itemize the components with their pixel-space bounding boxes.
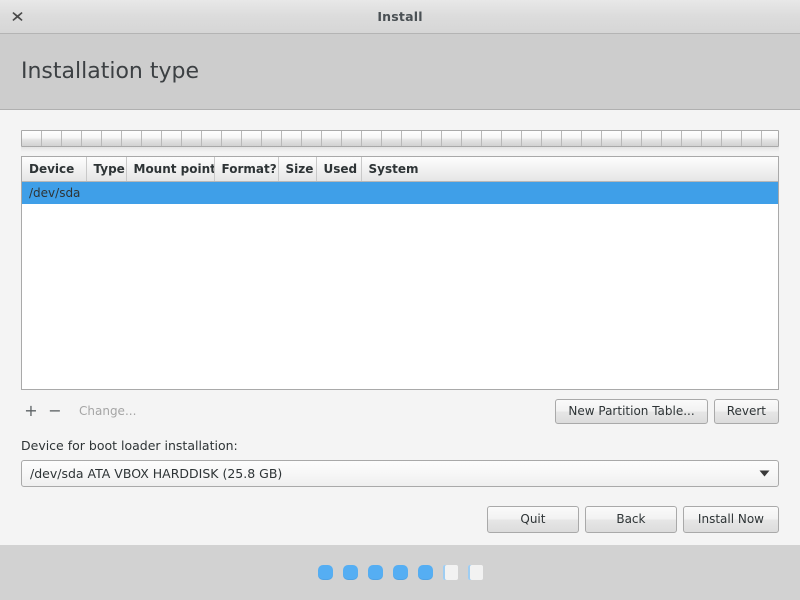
install-window: Install Installation type Device Type Mo… — [0, 0, 800, 600]
window-title: Install — [377, 9, 423, 24]
progress-dot — [442, 565, 458, 580]
partition-toolbar: + − Change... New Partition Table... Rev… — [21, 398, 779, 424]
partition-table-body: /dev/sda — [22, 181, 778, 204]
partition-usage-bar — [21, 130, 779, 147]
cell-system — [361, 181, 778, 204]
partition-table-head: Device Type Mount point Format? Size Use… — [22, 157, 778, 182]
close-icon[interactable] — [9, 9, 25, 25]
column-header-device[interactable]: Device — [22, 157, 87, 182]
progress-dot — [317, 565, 333, 580]
main-content: Device Type Mount point Format? Size Use… — [0, 110, 800, 545]
partition-table-container: Device Type Mount point Format? Size Use… — [21, 156, 779, 390]
cell-size — [278, 181, 316, 204]
title-bar: Install — [0, 0, 800, 34]
column-header-format[interactable]: Format? — [214, 157, 279, 182]
navigation-buttons: Quit Back Install Now — [21, 506, 779, 533]
change-partition-button[interactable]: Change... — [79, 404, 136, 418]
column-header-used[interactable]: Used — [316, 157, 362, 182]
partition-bar-shadow — [21, 147, 779, 152]
bootloader-selected-value: /dev/sda ATA VBOX HARDDISK (25.8 GB) — [30, 466, 283, 481]
install-now-button[interactable]: Install Now — [682, 506, 779, 533]
cell-mount-point — [126, 181, 214, 204]
quit-button[interactable]: Quit — [486, 506, 579, 533]
page-header: Installation type — [0, 34, 800, 110]
cell-device: /dev/sda — [22, 181, 86, 204]
partition-table: Device Type Mount point Format? Size Use… — [22, 157, 778, 204]
new-partition-table-button[interactable]: New Partition Table... — [555, 398, 708, 424]
page-title: Installation type — [21, 59, 199, 84]
partition-toolbar-right: New Partition Table... Revert — [555, 398, 779, 424]
chevron-down-icon — [758, 468, 770, 480]
bootloader-label: Device for boot loader installation: — [21, 438, 238, 453]
remove-partition-button[interactable]: − — [45, 401, 65, 421]
back-button[interactable]: Back — [584, 506, 677, 533]
partition-table-header-row: Device Type Mount point Format? Size Use… — [22, 157, 778, 182]
column-header-system[interactable]: System — [361, 157, 778, 182]
column-header-mount-point[interactable]: Mount point — [126, 157, 215, 182]
progress-dot — [392, 565, 408, 580]
progress-dot — [467, 565, 483, 580]
progress-dot — [367, 565, 383, 580]
cell-type — [86, 181, 126, 204]
add-partition-button[interactable]: + — [21, 401, 41, 421]
cell-format — [214, 181, 278, 204]
column-header-size[interactable]: Size — [278, 157, 317, 182]
bootloader-device-select[interactable]: /dev/sda ATA VBOX HARDDISK (25.8 GB) — [21, 460, 779, 487]
column-header-type[interactable]: Type — [86, 157, 127, 182]
progress-dot — [417, 565, 433, 580]
cell-used — [316, 181, 361, 204]
progress-indicator — [0, 545, 800, 600]
revert-button[interactable]: Revert — [713, 398, 779, 424]
progress-dot — [342, 565, 358, 580]
table-row[interactable]: /dev/sda — [22, 181, 778, 204]
